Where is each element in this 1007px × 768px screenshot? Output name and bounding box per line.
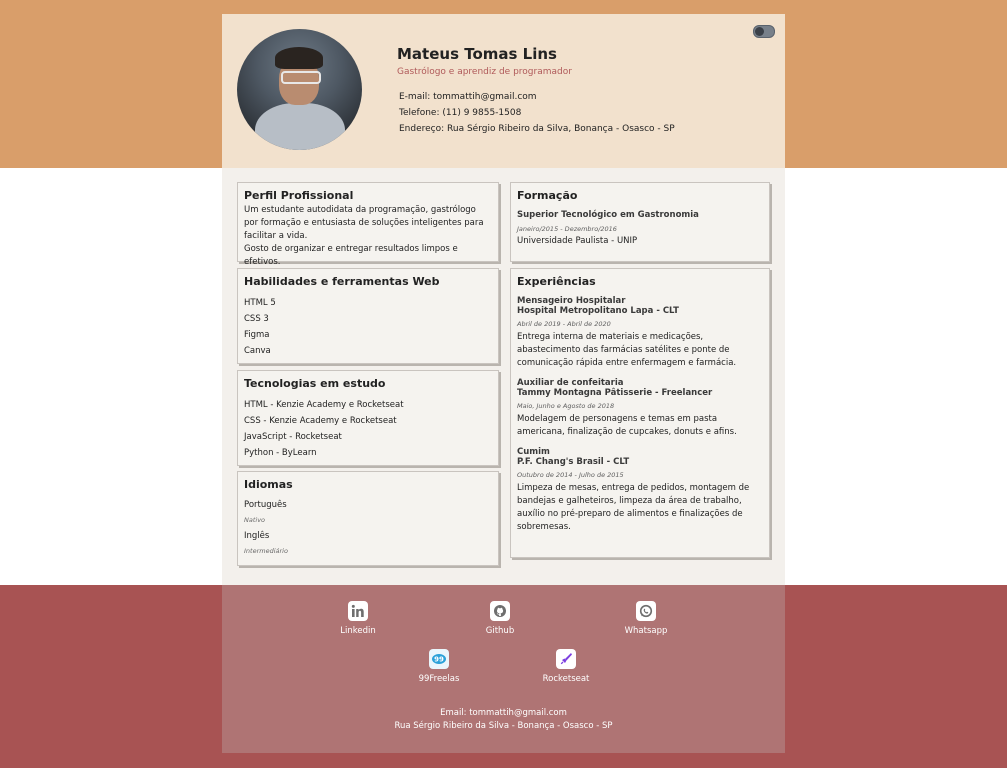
skill-item: HTML 5 — [244, 298, 276, 308]
profile-photo — [237, 29, 362, 150]
experience-role: Auxiliar de confeitaria — [517, 378, 624, 388]
languages-title: Idiomas — [244, 478, 293, 491]
footer-email: Email: tommattih@gmail.com — [440, 708, 567, 718]
language-level: Nativo — [244, 516, 266, 524]
footer-address: Rua Sérgio Ribeiro da Silva - Bonança - … — [394, 721, 613, 731]
github-icon — [490, 601, 510, 621]
experience-title: Experiências — [517, 275, 596, 288]
resume-footer: Linkedin Github Whatsapp 99 99Freelas Ro… — [222, 585, 785, 753]
studying-card: Tecnologias em estudo HTML - Kenzie Acad… — [237, 370, 499, 466]
experience-card: Experiências Mensageiro Hospitalar Hospi… — [510, 268, 770, 558]
education-course: Superior Tecnológico em Gastronomia — [517, 210, 699, 220]
99freelas-link[interactable]: 99 99Freelas — [394, 649, 484, 684]
experience-role: Cumim — [517, 447, 550, 457]
studying-item: JavaScript - Rocketseat — [244, 432, 342, 442]
linkedin-icon — [348, 601, 368, 621]
svg-text:99: 99 — [434, 656, 444, 664]
person-role: Gastrólogo e aprendiz de programador — [397, 67, 572, 77]
experience-period: Abril de 2019 - Abril de 2020 — [517, 320, 611, 328]
experience-role: Mensageiro Hospitalar — [517, 296, 626, 306]
profile-title: Perfil Profissional — [244, 189, 354, 202]
experience-item: Cumim P.F. Chang's Brasil - CLT Outubro … — [517, 447, 763, 534]
experience-desc: Limpeza de mesas, entrega de pedidos, mo… — [517, 483, 750, 532]
experience-company: Tammy Montagna Pâtisserie - Freelancer — [517, 388, 713, 398]
toggle-knob — [755, 27, 764, 36]
studying-item: HTML - Kenzie Academy e Rocketseat — [244, 400, 404, 410]
education-title: Formação — [517, 189, 578, 202]
phone-text: Telefone: (11) 9 9855-1508 — [399, 108, 522, 118]
studying-item: CSS - Kenzie Academy e Rocketseat — [244, 416, 397, 426]
language-name: Inglês — [244, 531, 270, 541]
studying-title: Tecnologias em estudo — [244, 377, 386, 390]
rocketseat-label: Rocketseat — [542, 674, 590, 684]
skill-item: Figma — [244, 330, 270, 340]
language-name: Português — [244, 500, 287, 510]
experience-item: Mensageiro Hospitalar Hospital Metropoli… — [517, 296, 763, 370]
skill-item: Canva — [244, 346, 271, 356]
education-school: Universidade Paulista - UNIP — [517, 236, 638, 246]
skill-item: CSS 3 — [244, 314, 269, 324]
profile-card: Perfil Profissional Um estudante autodid… — [237, 182, 499, 267]
skills-card: Habilidades e ferramentas Web HTML 5 CSS… — [237, 268, 499, 364]
address-text: Endereço: Rua Sérgio Ribeiro da Silva, B… — [399, 124, 675, 134]
github-label: Github — [485, 626, 515, 636]
experience-period: Maio, Junho e Agosto de 2018 — [517, 402, 615, 410]
whatsapp-label: Whatsapp — [624, 626, 668, 636]
whatsapp-icon — [636, 601, 656, 621]
experience-period: Outubro de 2014 - Julho de 2015 — [517, 471, 624, 479]
language-level: Intermediário — [244, 547, 288, 555]
resume-page: Mateus Tomas Lins Gastrólogo e aprendiz … — [222, 14, 785, 753]
linkedin-label: Linkedin — [340, 626, 376, 636]
github-link[interactable]: Github — [455, 601, 545, 636]
99freelas-label: 99Freelas — [418, 674, 460, 684]
experience-company: P.F. Chang's Brasil - CLT — [517, 457, 630, 467]
rocketseat-link[interactable]: Rocketseat — [521, 649, 611, 684]
education-period: Janeiro/2015 - Dezembro/2016 — [517, 225, 617, 233]
education-card: Formação Superior Tecnológico em Gastron… — [510, 182, 770, 262]
resume-body: Perfil Profissional Um estudante autodid… — [222, 168, 785, 585]
resume-header: Mateus Tomas Lins Gastrólogo e aprendiz … — [222, 14, 785, 168]
profile-text-2: Gosto de organizar e entregar resultados… — [244, 244, 458, 267]
studying-item: Python - ByLearn — [244, 448, 317, 458]
theme-toggle[interactable] — [753, 25, 775, 38]
99freelas-icon: 99 — [429, 649, 449, 669]
experience-company: Hospital Metropolitano Lapa - CLT — [517, 306, 679, 316]
experience-desc: Modelagem de personagens e temas em past… — [517, 414, 737, 437]
email-text: E-mail: tommattih@gmail.com — [399, 92, 537, 102]
contact-info: E-mail: tommattih@gmail.com Telefone: (1… — [399, 89, 675, 137]
linkedin-link[interactable]: Linkedin — [313, 601, 403, 636]
whatsapp-link[interactable]: Whatsapp — [601, 601, 691, 636]
profile-text: Um estudante autodidata da programação, … — [244, 205, 484, 241]
skills-title: Habilidades e ferramentas Web — [244, 275, 440, 288]
experience-item: Auxiliar de confeitaria Tammy Montagna P… — [517, 378, 763, 439]
languages-card: Idiomas Português Nativo Inglês Intermed… — [237, 471, 499, 566]
person-name: Mateus Tomas Lins — [397, 45, 557, 63]
rocketseat-icon — [556, 649, 576, 669]
experience-desc: Entrega interna de materiais e medicaçõe… — [517, 332, 737, 368]
